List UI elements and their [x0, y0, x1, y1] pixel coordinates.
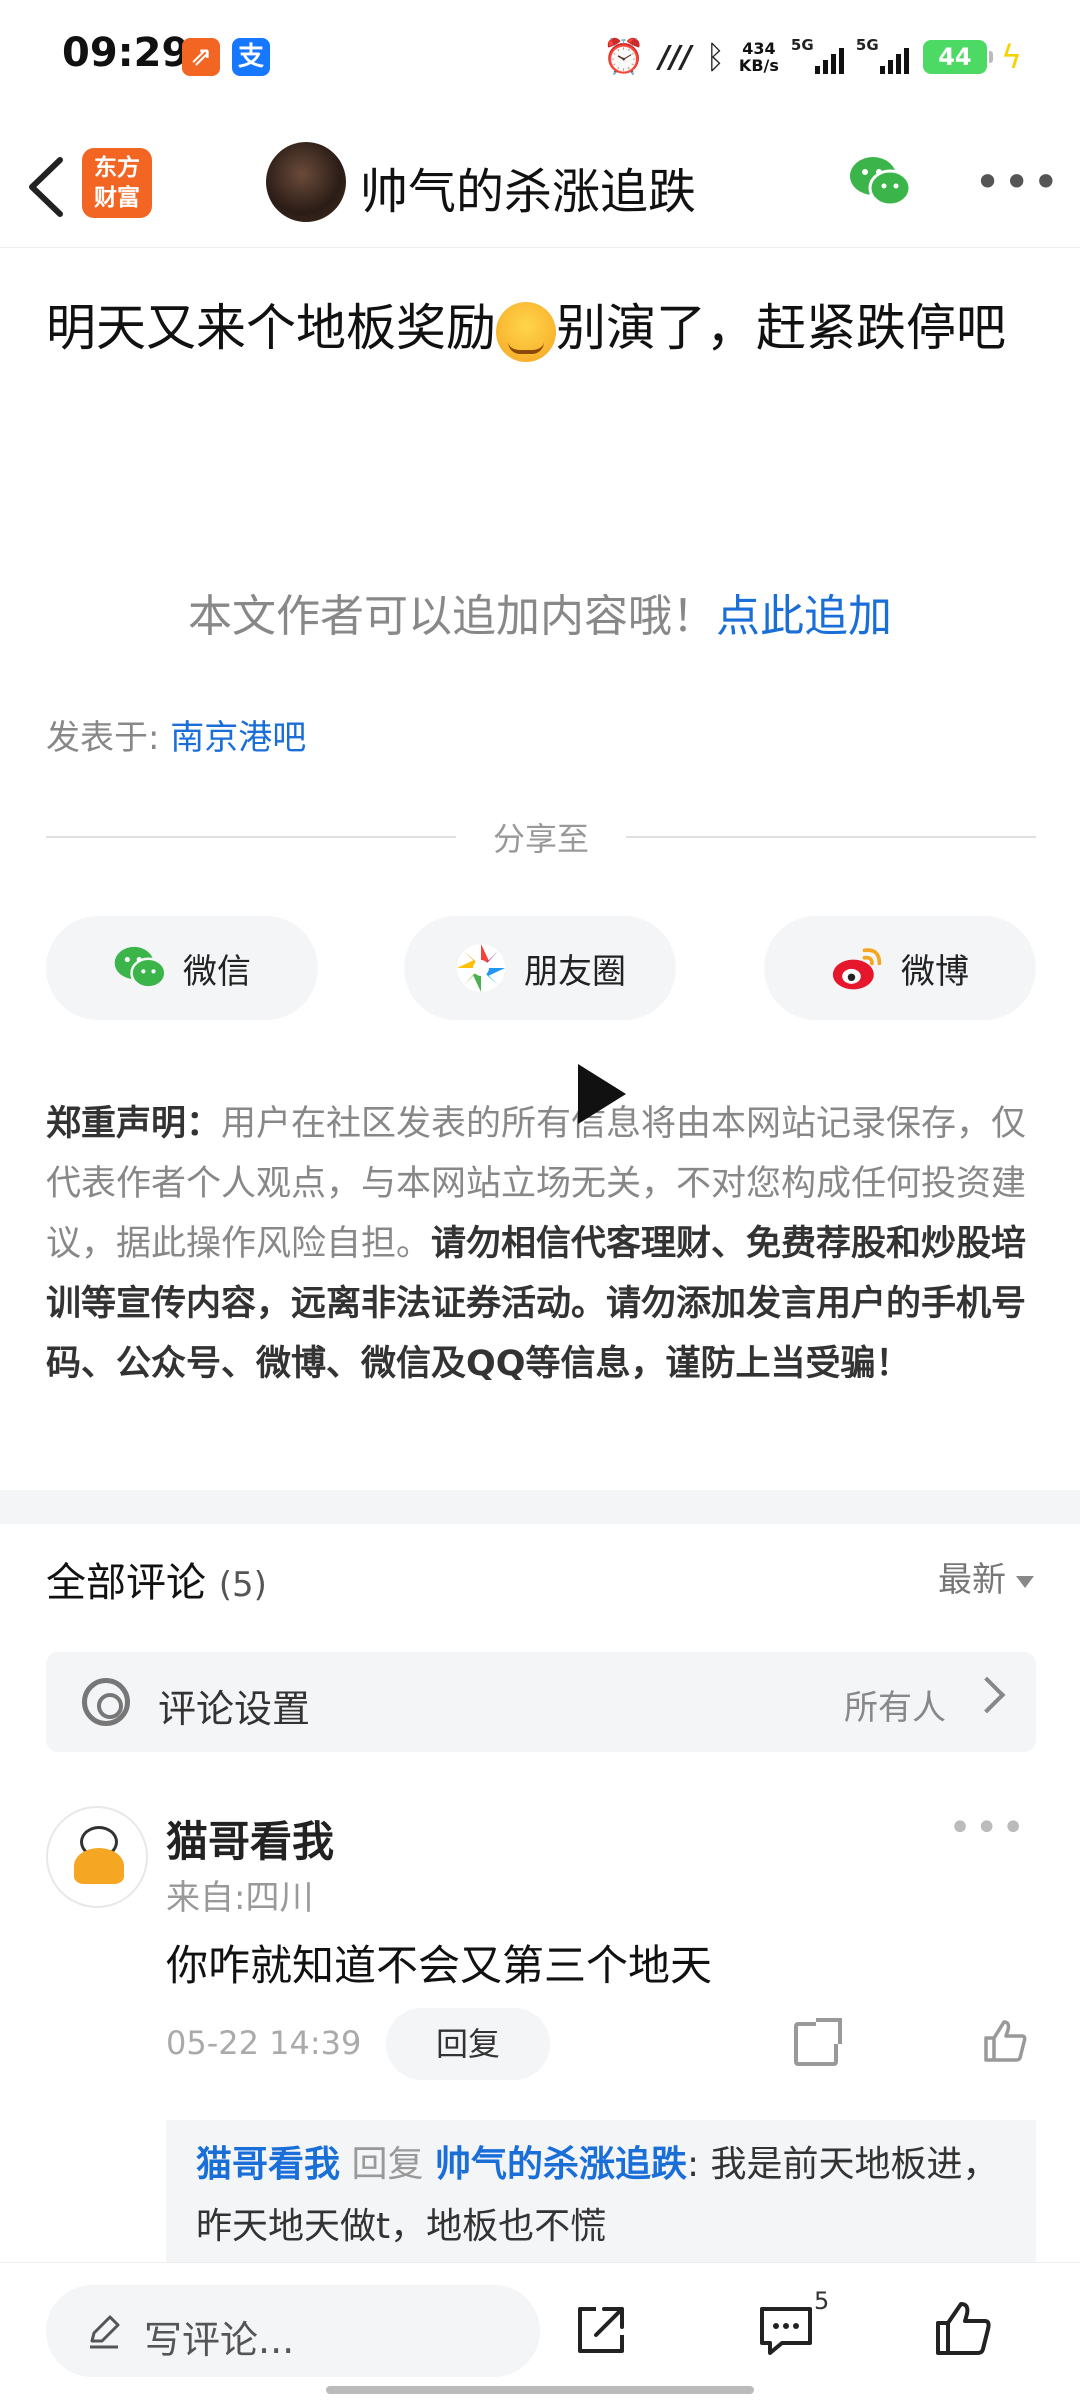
comments-header: 全部评论 (5) — [46, 1550, 267, 1608]
top-nav: 东方 财富 帅气的杀涨追跌 ••• — [0, 128, 1080, 248]
share-weibo-button[interactable]: 微博 — [764, 916, 1036, 1020]
share-divider-label: 分享至 — [492, 820, 589, 858]
signal-2-label: 5G — [855, 36, 879, 54]
reply-to-user[interactable]: 帅气的杀涨追跌 — [435, 2144, 687, 2185]
gear-icon — [82, 1678, 130, 1726]
comment-settings-label: 评论设置 — [158, 1687, 311, 1731]
write-comment-input[interactable]: 写评论... — [46, 2285, 540, 2377]
alipay-icon: 支 — [232, 38, 270, 76]
more-dots-icon[interactable]: ••• — [974, 159, 1061, 205]
reply-from-user[interactable]: 猫哥看我 — [196, 2144, 340, 2185]
section-gap — [0, 1490, 1080, 1524]
append-hint: 本文作者可以追加内容哦！点此追加 — [0, 580, 1080, 644]
nested-reply[interactable]: 猫哥看我 回复 帅气的杀涨追跌: 我是前天地板进，昨天地天做t，地板也不慌 — [166, 2120, 1036, 2272]
net-speed: 434 KB/s — [739, 40, 779, 74]
posted-label: 发表于: — [46, 718, 171, 758]
commenter-name[interactable]: 猫哥看我 — [166, 1808, 334, 1869]
disclaimer-heading: 郑重声明： — [46, 1104, 222, 1144]
signal-1: 5G — [791, 36, 844, 74]
comment-icon[interactable] — [758, 2303, 814, 2357]
reply-verb: 回复 — [351, 2144, 424, 2185]
blushing-emoji-icon — [496, 301, 556, 362]
board-link[interactable]: 南京港吧 — [170, 718, 306, 758]
reply-button[interactable]: 回复 — [386, 2008, 550, 2080]
status-right: ⏰ /// ᛒ 434 KB/s 5G 5G 44 ϟ — [603, 32, 1023, 82]
nfc-icon: /// — [658, 39, 692, 75]
notification-app-icon: ⇗ — [182, 38, 220, 76]
author-avatar[interactable] — [266, 142, 346, 222]
commenter-location: 来自:四川 — [166, 1878, 314, 1918]
weibo-icon — [832, 948, 882, 990]
net-speed-unit: KB/s — [738, 56, 779, 75]
append-hint-text: 本文作者可以追加内容哦！ — [188, 591, 716, 642]
bluetooth-icon: ᛒ — [705, 38, 725, 76]
back-button[interactable] — [22, 154, 72, 220]
wechat-icon[interactable] — [848, 154, 912, 210]
app-logo[interactable]: 东方 财富 — [82, 148, 152, 218]
bottom-action-bar: 写评论... 5 — [0, 2262, 1080, 2400]
charging-icon: ϟ — [1000, 38, 1022, 76]
net-speed-value: 434 — [742, 39, 776, 58]
share-moments-label: 朋友圈 — [524, 951, 626, 992]
posted-in: 发表于: 南京港吧 — [46, 710, 306, 759]
sort-dropdown[interactable]: 最新 — [938, 1552, 1034, 1601]
share-wechat-button[interactable]: 微信 — [46, 916, 318, 1020]
share-divider: 分享至 — [46, 814, 1036, 858]
chevron-right-icon — [968, 1676, 1006, 1714]
thumbs-up-icon[interactable] — [934, 2299, 992, 2357]
pointer-cursor-icon — [578, 1064, 626, 1124]
thumbs-up-icon[interactable] — [982, 2018, 1028, 2064]
signal-2: 5G — [856, 36, 909, 74]
share-icon[interactable] — [794, 2018, 842, 2066]
comments-title: 全部评论 — [46, 1560, 206, 1606]
chevron-left-icon — [29, 157, 63, 217]
battery-indicator: 44 — [922, 40, 993, 74]
comment-count-badge: 5 — [814, 2287, 830, 2315]
comment-settings-value: 所有人 — [844, 1688, 946, 1728]
post-detail-page: 09:29 ⇗ 支 ⏰ /// ᛒ 434 KB/s 5G 5G 44 ϟ 东方… — [0, 0, 1080, 2400]
post-title: 明天又来个地板奖励 别演了，赶紧跌停吧 — [46, 280, 1044, 376]
signal-1-label: 5G — [790, 36, 814, 54]
share-icon[interactable] — [574, 2303, 628, 2357]
comment-more-icon[interactable]: ••• — [948, 1808, 1028, 1848]
pencil-icon — [90, 2315, 120, 2349]
alarm-icon: ⏰ — [602, 37, 645, 77]
commenter-avatar[interactable] — [46, 1806, 148, 1908]
comments-count: (5) — [218, 1565, 267, 1605]
moments-icon — [457, 944, 505, 992]
share-moments-button[interactable]: 朋友圈 — [404, 916, 676, 1020]
app-logo-line1: 东方 — [94, 155, 140, 181]
share-wechat-label: 微信 — [183, 951, 251, 992]
app-logo-line2: 财富 — [94, 185, 140, 211]
post-title-text-2: 别演了，赶紧跌停吧 — [556, 299, 1006, 357]
comment-time: 05-22 14:39 — [166, 2024, 362, 2062]
author-name[interactable]: 帅气的杀涨追跌 — [360, 152, 696, 222]
comment-text: 你咋就知道不会又第三个地天 — [166, 1941, 713, 1990]
status-time: 09:29 — [62, 30, 190, 76]
status-bar: 09:29 ⇗ 支 ⏰ /// ᛒ 434 KB/s 5G 5G 44 ϟ — [0, 0, 1080, 120]
home-indicator — [326, 2386, 754, 2394]
post-title-text-1: 明天又来个地板奖励 — [46, 299, 496, 357]
wechat-icon — [114, 946, 167, 989]
write-comment-placeholder: 写评论... — [144, 2318, 295, 2362]
share-weibo-label: 微博 — [901, 951, 969, 992]
disclaimer: 郑重声明：用户在社区发表的所有信息将由本网站记录保存，仅代表作者个人观点，与本网… — [46, 1094, 1036, 1394]
comment-settings-row[interactable]: 评论设置 所有人 — [46, 1652, 1036, 1752]
append-link[interactable]: 点此追加 — [716, 591, 892, 642]
